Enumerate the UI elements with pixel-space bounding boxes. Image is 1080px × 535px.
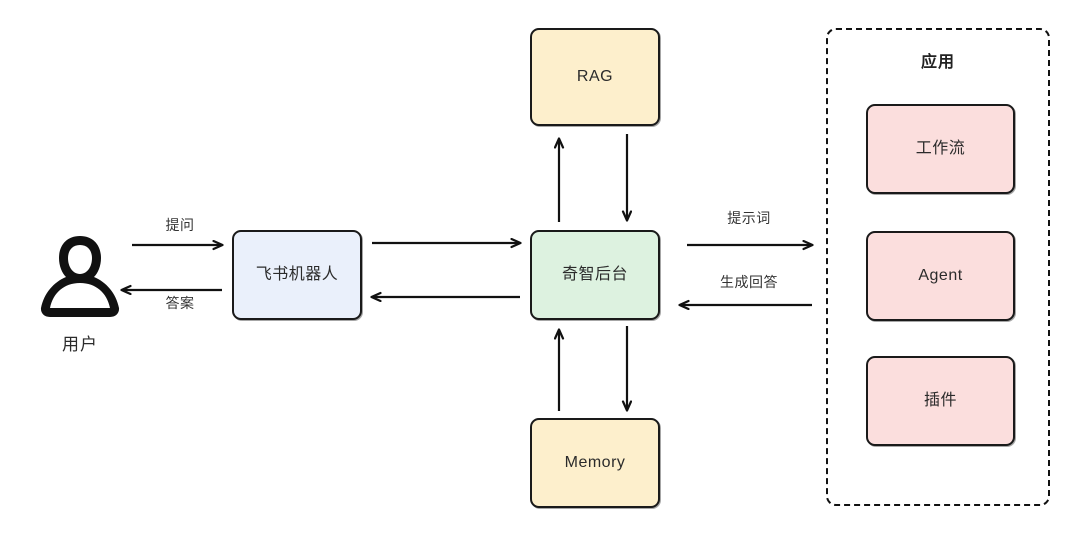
node-rag[interactable]: RAG bbox=[530, 28, 660, 126]
edge-label-generated-answer: 生成回答 bbox=[720, 274, 778, 290]
edge-label-prompt: 提示词 bbox=[727, 210, 771, 226]
diagram-canvas: 用户 飞书机器人 奇智后台 RAG Memory 应用 工作流 Agent 插件 bbox=[0, 0, 1080, 535]
node-agent[interactable]: Agent bbox=[866, 231, 1015, 321]
node-core-backend-label: 奇智后台 bbox=[561, 266, 628, 284]
node-plugin[interactable]: 插件 bbox=[866, 356, 1015, 446]
node-memory[interactable]: Memory bbox=[530, 418, 660, 508]
node-memory-label: Memory bbox=[564, 454, 626, 472]
node-agent-label: Agent bbox=[918, 267, 963, 285]
node-workflow[interactable]: 工作流 bbox=[866, 104, 1015, 194]
user-label: 用户 bbox=[62, 335, 98, 354]
edge-label-answer: 答案 bbox=[165, 295, 195, 311]
user-person-icon bbox=[32, 228, 128, 328]
application-group-title: 应用 bbox=[920, 54, 955, 71]
node-feishu-bot[interactable]: 飞书机器人 bbox=[232, 230, 362, 320]
node-rag-label: RAG bbox=[576, 68, 614, 86]
node-plugin-label: 插件 bbox=[923, 392, 957, 410]
node-workflow-label: 工作流 bbox=[915, 140, 966, 158]
edge-label-ask: 提问 bbox=[165, 217, 195, 233]
node-core-backend[interactable]: 奇智后台 bbox=[530, 230, 660, 320]
node-feishu-bot-label: 飞书机器人 bbox=[255, 266, 339, 284]
